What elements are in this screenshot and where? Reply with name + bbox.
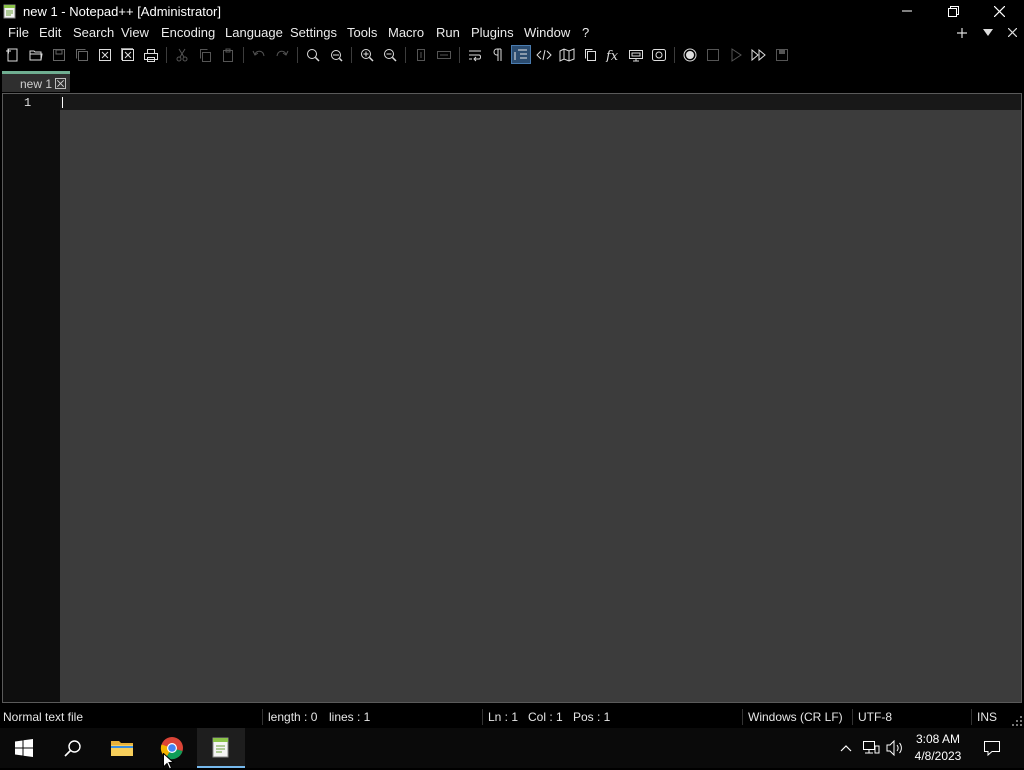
run-macro-multiple-icon[interactable]	[749, 45, 769, 64]
zoom-in-icon[interactable]	[357, 45, 377, 64]
folder-as-workspace-icon[interactable]	[626, 45, 646, 64]
menu-file[interactable]: File	[8, 25, 29, 40]
menu-run[interactable]: Run	[436, 25, 460, 40]
notepad-plus-plus-icon	[3, 3, 17, 19]
redo-icon[interactable]	[272, 45, 292, 64]
notepad-plus-plus-taskbar-button[interactable]	[197, 728, 245, 768]
text-caret	[62, 97, 63, 108]
status-line: Ln : 1	[488, 710, 519, 724]
print-icon[interactable]	[141, 45, 161, 64]
menu-settings[interactable]: Settings	[290, 25, 337, 40]
word-wrap-icon[interactable]	[465, 45, 485, 64]
resize-grip-icon[interactable]	[1012, 716, 1022, 726]
zoom-out-icon[interactable]	[380, 45, 400, 64]
status-eol[interactable]: Windows (CR LF)	[748, 710, 843, 724]
title-bar: new 1 - Notepad++ [Administrator]	[0, 0, 1024, 22]
close-all-icon[interactable]	[118, 45, 138, 64]
menu-edit[interactable]: Edit	[39, 25, 61, 40]
system-clock[interactable]: 3:08 AM 4/8/2023	[902, 731, 974, 765]
menu-tools[interactable]: Tools	[347, 25, 377, 40]
replace-icon[interactable]	[326, 45, 346, 64]
copy-icon[interactable]	[195, 45, 215, 64]
tab-new-1[interactable]: new 1	[2, 71, 70, 92]
menu-window[interactable]: Window	[524, 25, 570, 40]
notepad-plus-plus-icon	[212, 737, 229, 758]
indent-guide-icon[interactable]	[511, 45, 531, 64]
menu-encoding[interactable]: Encoding	[161, 25, 215, 40]
menu-help[interactable]: ?	[582, 25, 589, 40]
save-icon[interactable]	[49, 45, 69, 64]
current-line-highlight	[60, 94, 1021, 110]
save-all-icon[interactable]	[72, 45, 92, 64]
show-all-characters-icon[interactable]	[488, 45, 508, 64]
find-icon[interactable]	[303, 45, 323, 64]
line-number-gutter	[3, 94, 60, 702]
clock-time: 3:08 AM	[915, 732, 961, 746]
folder-icon	[111, 741, 133, 756]
language-icon[interactable]	[534, 45, 554, 64]
stop-recording-icon[interactable]	[703, 45, 723, 64]
record-macro-icon[interactable]	[680, 45, 700, 64]
menu-view[interactable]: View	[121, 25, 149, 40]
new-file-icon[interactable]	[3, 45, 23, 64]
chevron-up-icon	[840, 745, 852, 752]
document-list-icon[interactable]	[580, 45, 600, 64]
status-bar: Normal text file length : 0 lines : 1 Ln…	[0, 706, 1024, 728]
save-macro-icon[interactable]	[772, 45, 792, 64]
status-column: Col : 1	[528, 710, 563, 724]
close-icon[interactable]	[95, 45, 115, 64]
line-number: 1	[24, 96, 32, 110]
toolbar: fx	[0, 43, 1024, 66]
network-button[interactable]	[860, 728, 882, 768]
svg-text:fx: fx	[605, 49, 619, 62]
undo-icon[interactable]	[249, 45, 269, 64]
open-file-icon[interactable]	[26, 45, 46, 64]
tab-label: new 1	[20, 77, 53, 91]
sync-vertical-icon[interactable]	[411, 45, 431, 64]
menu-macro[interactable]: Macro	[388, 25, 424, 40]
show-hidden-icons-button[interactable]	[836, 728, 856, 768]
start-button[interactable]	[0, 728, 48, 768]
tab-bar: new 1	[0, 66, 1024, 93]
plus-icon[interactable]	[954, 24, 970, 41]
status-position: Pos : 1	[573, 710, 611, 724]
mouse-cursor-icon	[163, 753, 175, 770]
close-window-button[interactable]	[976, 0, 1022, 22]
menu-plugins[interactable]: Plugins	[471, 25, 514, 40]
cut-icon[interactable]	[172, 45, 192, 64]
windows-logo-icon	[15, 739, 33, 757]
paste-icon[interactable]	[218, 45, 238, 64]
network-icon	[863, 741, 880, 754]
close-document-icon[interactable]	[1004, 24, 1020, 41]
menu-search[interactable]: Search	[73, 25, 114, 40]
menu-bar: File Edit Search View Encoding Language …	[0, 22, 1024, 43]
status-file-type: Normal text file	[3, 710, 84, 724]
sync-horizontal-icon[interactable]	[434, 45, 454, 64]
menu-language[interactable]: Language	[225, 25, 283, 40]
clock-date: 4/8/2023	[914, 749, 962, 763]
window-title: new 1 - Notepad++ [Administrator]	[23, 4, 221, 19]
search-taskbar-button[interactable]	[50, 728, 96, 768]
monitoring-icon[interactable]	[649, 45, 669, 64]
tab-close-icon[interactable]	[55, 78, 66, 89]
action-center-button[interactable]	[978, 728, 1006, 768]
status-insert-mode[interactable]: INS	[977, 710, 997, 724]
function-list-icon[interactable]: fx	[603, 45, 623, 64]
search-icon	[64, 740, 81, 757]
minimize-button[interactable]	[884, 0, 930, 22]
taskbar: 3:08 AM 4/8/2023	[0, 728, 1024, 768]
document-map-icon[interactable]	[557, 45, 577, 64]
status-lines: lines : 1	[329, 710, 371, 724]
file-explorer-button[interactable]	[98, 728, 146, 768]
dropdown-arrow-icon[interactable]	[980, 24, 996, 41]
notification-icon	[984, 741, 1000, 756]
status-encoding[interactable]: UTF-8	[858, 710, 892, 724]
restore-button[interactable]	[930, 0, 976, 22]
play-macro-icon[interactable]	[726, 45, 746, 64]
status-length: length : 0	[268, 710, 318, 724]
editor[interactable]	[2, 93, 1022, 703]
